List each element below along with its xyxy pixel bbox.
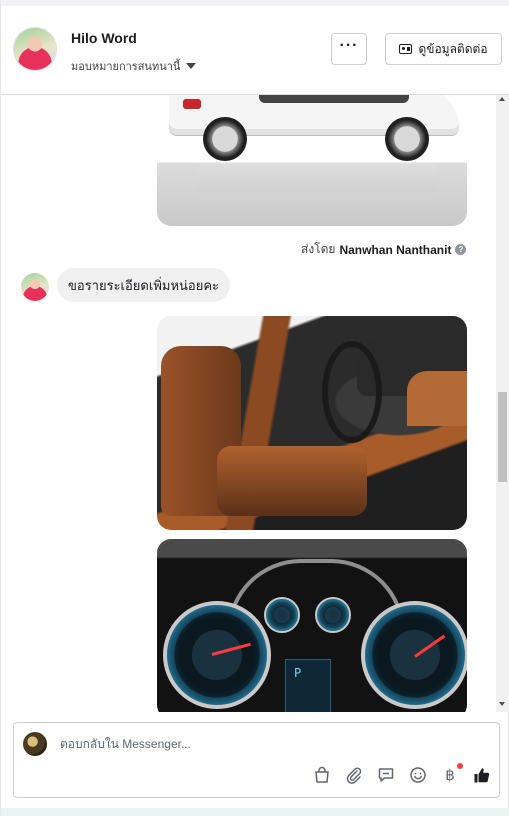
like-icon[interactable] — [473, 766, 491, 784]
scroll-down-arrow-icon[interactable] — [499, 702, 505, 706]
gear-indicator: P — [294, 666, 302, 680]
car-exterior-photo[interactable] — [157, 95, 467, 226]
dashboard-trim — [407, 371, 467, 426]
message-thread[interactable]: ส่งโดย Nanwhan Nanthanit ? ขอรายระเอียดเ… — [1, 95, 509, 712]
caret-down-icon — [186, 63, 197, 69]
assign-conversation-dropdown[interactable]: มอบหมายการสนทนานี้ — [71, 57, 197, 75]
tachometer — [163, 601, 271, 709]
fuel-gauge — [315, 597, 351, 633]
help-icon[interactable]: ? — [455, 244, 467, 255]
thread-scrollbar[interactable] — [496, 95, 509, 712]
car-taillight — [183, 99, 201, 109]
baht-symbol: ฿ — [445, 767, 455, 784]
scroll-up-arrow-icon[interactable] — [499, 97, 505, 101]
gauge-needle — [414, 634, 446, 658]
emoji-icon[interactable] — [409, 766, 427, 784]
car-wheel — [203, 117, 247, 161]
assign-conversation-label: มอบหมายการสนทนานี้ — [71, 61, 181, 73]
instrument-cluster-photo[interactable]: P — [157, 539, 467, 712]
saved-reply-icon[interactable] — [377, 766, 395, 784]
reply-composer: ฿ — [13, 722, 500, 798]
view-contact-info-label: ดูข้อมูลติดต่อ — [418, 41, 488, 56]
speedometer — [361, 601, 467, 709]
reply-input[interactable] — [60, 737, 440, 751]
notification-dot — [457, 763, 463, 769]
conversation-header: Hilo Word มอบหมายการสนทนานี้ ··· ดูข้อมู… — [1, 6, 509, 95]
contact-avatar[interactable] — [14, 28, 56, 70]
bottom-strip — [1, 808, 509, 816]
messenger-panel: Hilo Word มอบหมายการสนทนานี้ ··· ดูข้อมู… — [0, 0, 509, 816]
attachment-icon[interactable] — [345, 766, 363, 784]
temperature-gauge — [264, 597, 300, 633]
more-options-button[interactable]: ··· — [331, 33, 367, 65]
contact-name[interactable]: Hilo Word — [71, 30, 137, 46]
scrollbar-thumb[interactable] — [498, 392, 507, 482]
payment-icon[interactable]: ฿ — [441, 763, 463, 784]
sent-by-name: Nanwhan Nanthanit — [339, 242, 452, 257]
center-display: P — [285, 659, 331, 712]
customer-avatar — [21, 273, 49, 301]
gauge-needle — [211, 642, 252, 656]
car-interior-photo[interactable] — [157, 316, 467, 530]
seat-cushion — [217, 446, 367, 516]
sent-by-info: ส่งโดย Nanwhan Nanthanit ? — [301, 240, 467, 259]
shopping-bag-icon[interactable] — [313, 766, 331, 784]
more-options-label: ··· — [339, 37, 359, 54]
customer-message-bubble: ขอรายระเอียดเพิ่มหน่อยคะ — [57, 268, 231, 302]
customer-message-text: ขอรายระเอียดเพิ่มหน่อยคะ — [68, 277, 220, 293]
car-window — [259, 95, 409, 103]
steering-wheel — [322, 341, 382, 443]
sent-by-prefix: ส่งโดย — [301, 242, 336, 256]
view-contact-info-button[interactable]: ดูข้อมูลติดต่อ — [385, 33, 502, 65]
contact-card-icon — [399, 44, 413, 54]
page-avatar — [23, 732, 47, 756]
car-wheel — [385, 117, 429, 161]
floor-reflection — [197, 163, 437, 193]
composer-toolbar: ฿ — [313, 763, 491, 784]
